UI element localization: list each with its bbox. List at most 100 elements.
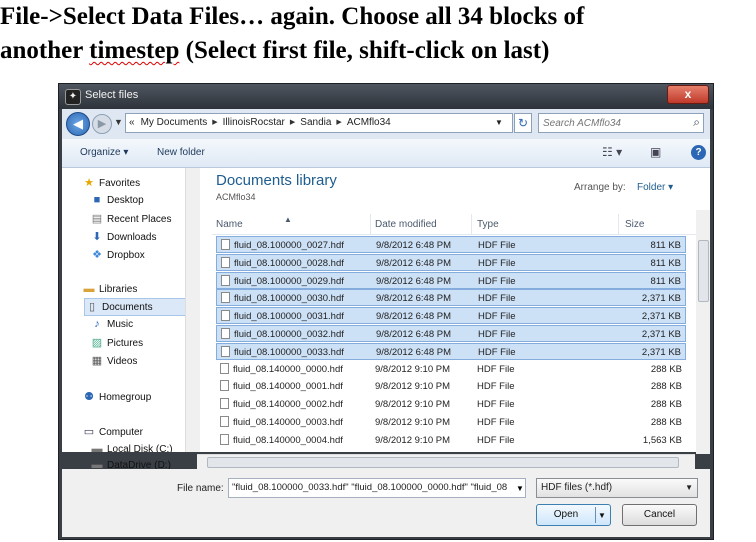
libraries-icon: ▬ (83, 283, 95, 295)
open-button[interactable]: Open ▼ (536, 504, 611, 526)
help-icon[interactable]: ? (691, 145, 706, 160)
nav-dropbox[interactable]: ❖ Dropbox (90, 248, 145, 261)
file-size: 2,371 KB (641, 329, 681, 340)
column-type[interactable]: Type (477, 219, 499, 230)
file-icon (221, 328, 230, 339)
search-icon[interactable]: ⌕ (693, 115, 700, 130)
organize-button[interactable]: Organize ▾ (80, 147, 128, 158)
horizontal-scrollbar[interactable] (197, 454, 695, 469)
file-date: 9/8/2012 9:10 PM (375, 381, 450, 393)
breadcrumb-item[interactable]: Sandia (297, 114, 334, 132)
search-box[interactable]: ⌕ (538, 113, 704, 133)
nav-local-disk[interactable]: ▬ Local Disk (C:) (90, 443, 173, 452)
chevron-down-icon: ▼ (685, 483, 693, 492)
scrollbar-thumb[interactable] (698, 240, 709, 302)
file-row[interactable]: fluid_08.100000_0033.hdf 9/8/2012 6:48 PM… (216, 342, 686, 360)
nav-downloads[interactable]: ⬇ Downloads (90, 230, 156, 243)
file-icon (221, 256, 230, 268)
file-row[interactable]: fluid_08.140000_0004.hdf 9/8/2012 9:10 PM… (216, 432, 686, 449)
preview-pane-icon[interactable]: ▣ (650, 145, 661, 159)
file-name-dropdown-icon[interactable]: ▼ (516, 484, 524, 493)
recent-locations-dropdown-icon[interactable]: ▼ (114, 117, 123, 127)
nav-label: Homegroup (99, 392, 152, 403)
nav-documents[interactable]: ▯ Documents (84, 298, 189, 316)
desktop-icon: ■ (93, 194, 101, 206)
nav-label: Documents (102, 302, 153, 313)
nav-recent-places[interactable]: ▤ Recent Places (90, 212, 172, 225)
window-title: Select files (85, 89, 139, 101)
file-type: HDF File (477, 381, 515, 393)
file-row[interactable]: fluid_08.100000_0031.hdf 9/8/2012 6:48 PM… (216, 307, 686, 325)
breadcrumb-separator-icon[interactable]: ▶ (210, 114, 219, 132)
nav-label: Desktop (107, 195, 144, 206)
file-row[interactable]: fluid_08.100000_0032.hdf 9/8/2012 6:48 PM… (216, 325, 686, 342)
file-date: 9/8/2012 6:48 PM (376, 346, 451, 358)
refresh-icon[interactable]: ↻ (514, 113, 532, 133)
downloads-icon: ⬇ (92, 231, 102, 243)
file-size: 2,371 KB (641, 346, 681, 358)
file-size: 288 KB (650, 417, 682, 428)
search-input[interactable] (539, 114, 692, 132)
address-dropdown-icon[interactable]: ▼ (495, 118, 503, 127)
arrange-by-dropdown[interactable]: Folder ▾ (637, 182, 673, 193)
file-date: 9/8/2012 9:10 PM (375, 434, 450, 446)
view-options-icon[interactable]: ☷ ▾ (602, 145, 622, 159)
breadcrumb-overflow-icon[interactable]: « (126, 114, 138, 132)
nav-label: Dropbox (107, 250, 145, 261)
file-list-scrollbar[interactable] (696, 210, 710, 454)
file-list-pane: Documents library ACMflo34 Arrange by: F… (212, 168, 710, 452)
column-name[interactable]: Name (216, 219, 243, 230)
file-date: 9/8/2012 6:48 PM (376, 311, 451, 323)
cancel-button[interactable]: Cancel (622, 504, 697, 526)
breadcrumb-separator-icon[interactable]: ▶ (334, 114, 343, 132)
file-row[interactable]: fluid_08.140000_0002.hdf 9/8/2012 9:10 PM… (216, 396, 686, 413)
open-options-arrow-icon[interactable]: ▼ (598, 506, 606, 526)
nav-videos[interactable]: ▦ Videos (90, 354, 138, 367)
dropbox-icon: ❖ (92, 249, 102, 261)
nav-desktop[interactable]: ■ Desktop (90, 194, 144, 206)
close-button[interactable]: x (667, 85, 709, 104)
navigation-scrollbar[interactable] (185, 168, 200, 452)
column-size[interactable]: Size (625, 219, 644, 230)
file-row[interactable]: fluid_08.140000_0001.hdf 9/8/2012 9:10 PM… (216, 378, 686, 395)
file-row[interactable]: fluid_08.100000_0030.hdf 9/8/2012 6:48 PM… (216, 289, 686, 307)
breadcrumb[interactable]: «My Documents ▶ IllinoisRocstar ▶ Sandia ▶ ACM… (125, 113, 513, 133)
file-name-field[interactable]: "fluid_08.100000_0033.hdf" "fluid_08.100… (228, 478, 526, 498)
file-row[interactable]: fluid_08.100000_0029.hdf 9/8/2012 6:48 PM… (216, 271, 686, 289)
command-toolbar: Organize ▾ New folder ☷ ▾ ▣ ? (62, 139, 710, 168)
file-name: fluid_08.140000_0003.hdf (233, 417, 343, 428)
file-icon (221, 292, 230, 304)
file-icon (220, 416, 229, 427)
nav-favorites[interactable]: ★ Favorites (82, 176, 140, 189)
column-date[interactable]: Date modified (375, 219, 437, 230)
file-type-value: HDF files (*.hdf) (541, 482, 613, 493)
forward-arrow-icon[interactable]: ▶ (92, 114, 112, 134)
nav-label: Pictures (107, 338, 144, 349)
breadcrumb-item[interactable]: My Documents (138, 114, 211, 132)
file-row[interactable]: fluid_08.140000_0003.hdf 9/8/2012 9:10 PM… (216, 414, 686, 431)
back-arrow-icon[interactable]: ◀ (66, 112, 90, 136)
column-divider[interactable] (370, 214, 371, 234)
title-bar[interactable]: ✦ Select files x (59, 84, 713, 109)
file-row[interactable]: fluid_08.140000_0000.hdf 9/8/2012 9:10 PM… (216, 361, 686, 378)
breadcrumb-item[interactable]: IllinoisRocstar (220, 114, 288, 132)
scrollbar-thumb[interactable] (207, 457, 679, 468)
file-row[interactable]: fluid_08.100000_0028.hdf 9/8/2012 6:48 PM… (216, 253, 686, 271)
nav-libraries[interactable]: ▬ Libraries (82, 283, 138, 295)
nav-label: Videos (107, 356, 138, 367)
file-row[interactable]: fluid_08.100000_0027.hdf 9/8/2012 6:48 PM… (216, 236, 686, 253)
nav-homegroup[interactable]: ⚉ Homegroup (82, 390, 151, 403)
file-type-filter[interactable]: HDF files (*.hdf) ▼ (536, 478, 698, 498)
breadcrumb-separator-icon[interactable]: ▶ (288, 114, 297, 132)
nav-computer[interactable]: ▭ Computer (82, 425, 143, 438)
nav-pictures[interactable]: ▨ Pictures (90, 336, 143, 349)
breadcrumb-item[interactable]: ACMflo34 (344, 114, 394, 132)
music-icon: ♪ (94, 318, 100, 330)
new-folder-button[interactable]: New folder (157, 147, 205, 158)
instruction-timestep-word: timestep (89, 37, 180, 64)
column-divider[interactable] (471, 214, 472, 234)
file-date: 9/8/2012 9:10 PM (375, 417, 450, 428)
nav-music[interactable]: ♪ Music (90, 318, 133, 330)
column-divider[interactable] (618, 214, 619, 234)
star-icon: ★ (84, 177, 94, 189)
